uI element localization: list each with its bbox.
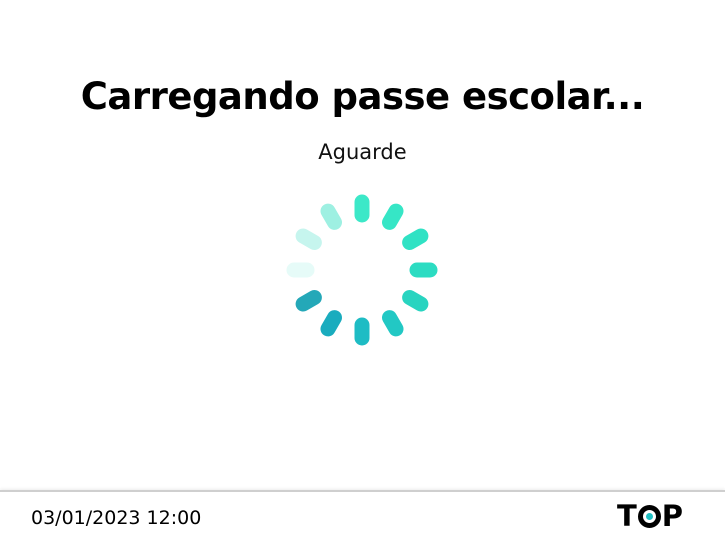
footer-bar: 03/01/2023 12:00 T P bbox=[0, 490, 725, 540]
logo-o-icon bbox=[637, 504, 661, 528]
loading-screen: Carregando passe escolar... Aguarde 03/0… bbox=[0, 0, 725, 540]
spinner-segment bbox=[295, 228, 322, 250]
loading-title: Carregando passe escolar... bbox=[80, 75, 645, 118]
loading-spinner-icon bbox=[286, 194, 438, 346]
spinner-segment bbox=[320, 203, 342, 230]
datetime-label: 03/01/2023 12:00 bbox=[31, 507, 202, 529]
spinner-segment bbox=[295, 290, 322, 312]
spinner-segment bbox=[382, 310, 404, 337]
loading-subtitle: Aguarde bbox=[318, 140, 407, 164]
top-logo: T P bbox=[617, 501, 683, 531]
spinner-segment bbox=[402, 290, 429, 312]
spinner-segment bbox=[402, 228, 429, 250]
spinner-segment bbox=[382, 203, 404, 230]
logo-letter-t: T bbox=[616, 499, 637, 533]
logo-dot-icon bbox=[645, 512, 653, 520]
logo-letter-p: P bbox=[661, 499, 683, 533]
spinner-segment bbox=[320, 310, 342, 337]
